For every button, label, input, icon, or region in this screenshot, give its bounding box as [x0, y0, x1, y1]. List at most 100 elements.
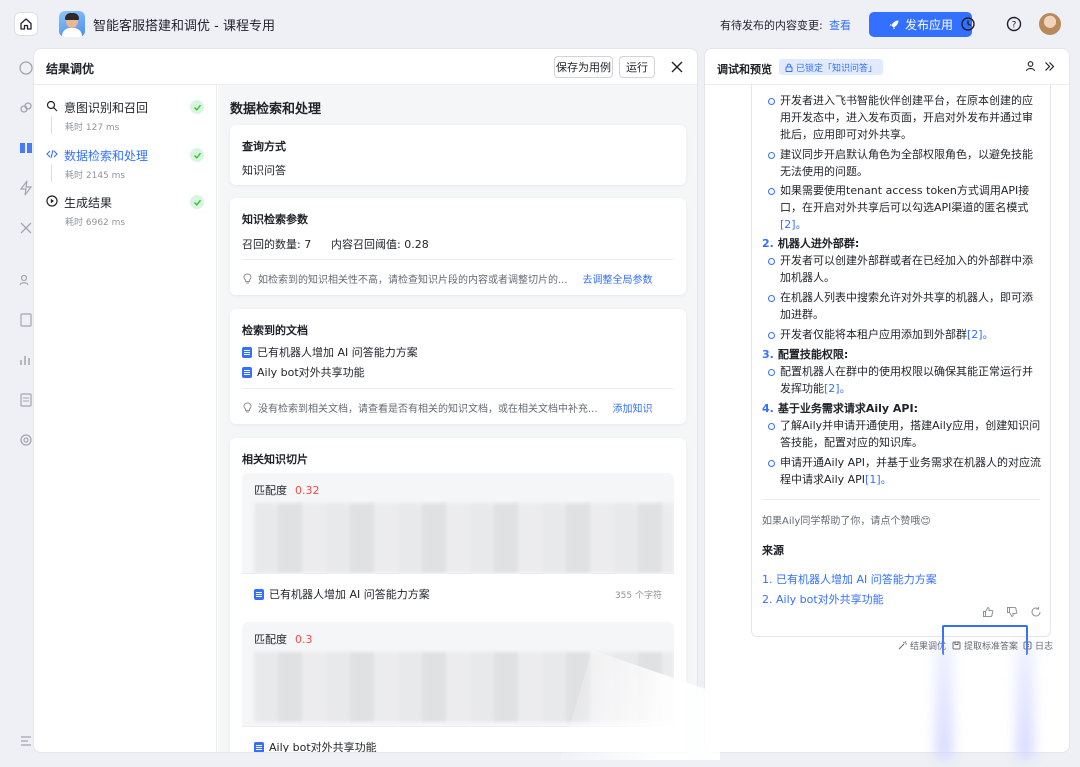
step-intent-recall[interactable]: 意图识别和召回 耗时 127 ms [46, 99, 206, 139]
match-value: 0.32 [295, 484, 320, 497]
citation-link[interactable]: [1]。 [865, 473, 892, 486]
app-title: 智能客服搭建和调优 - 课程专用 [93, 19, 275, 34]
view-changes-link[interactable]: 查看 [829, 17, 851, 33]
history-icon[interactable] [959, 15, 977, 33]
sources-title: 来源 [762, 544, 784, 557]
user-avatar[interactable] [1039, 13, 1061, 35]
result-tuning-panel: 结果调优 保存为用例 运行 意图识别和召回 耗时 127 ms 数据检索和处理 … [33, 48, 698, 753]
match-score: 匹配度 0.32 [254, 482, 320, 498]
bolt-icon[interactable] [18, 180, 34, 196]
step-list: 意图识别和召回 耗时 127 ms 数据检索和处理 耗时 2145 ms 生成结… [34, 85, 217, 752]
locked-skill-label: 已锁定「知识问答」 [796, 63, 878, 74]
bullet-text: 配置机器人在群中的使用权限以确保其能正常运行并发挥功能 [780, 365, 1033, 395]
docs-hint: 没有检索到相关文档，请查看是否有相关的知识文档，或在相关文档中补充... 添加知… [242, 400, 653, 415]
publish-button[interactable]: 发布应用 [869, 12, 972, 37]
user-switch-icon[interactable] [1025, 60, 1038, 73]
thumbs-down-icon[interactable] [1006, 606, 1018, 618]
source-link[interactable]: 2. Aily bot对外共享功能 [762, 591, 884, 607]
doc-item[interactable]: Aily bot对外共享功能 [254, 739, 377, 753]
settings-icon[interactable] [18, 432, 34, 448]
step-label: 生成结果 [64, 196, 113, 210]
char-count: 355 个字符 [614, 591, 662, 601]
analytics-icon[interactable] [18, 352, 34, 368]
play-circle-icon [46, 195, 58, 207]
answer-bullet: 建议同步开启默认角色为全部权限角色，以避免技能无法使用的问题。 [768, 146, 1042, 180]
divider [242, 388, 674, 389]
document-icon[interactable] [18, 312, 34, 328]
lock-icon [785, 63, 793, 72]
users-icon[interactable] [18, 272, 34, 288]
collapse-panel-icon[interactable] [1043, 60, 1056, 73]
recall-count: 召回的数量: 7 [242, 238, 312, 251]
preview-title: 调试和预览 [717, 63, 772, 76]
run-button[interactable]: 运行 [619, 56, 655, 78]
link-icon[interactable] [18, 100, 34, 116]
bullet-text: 在机器人列表中搜索允许对外共享的机器人，即可添加进群。 [780, 291, 1033, 321]
docs-hint-text: 没有检索到相关文档，请查看是否有相关的知识文档，或在相关文档中补充... [258, 404, 598, 415]
doc-icon [242, 366, 252, 378]
answer-actions [982, 606, 1042, 618]
answer-bubble: 开发者进入飞书智能伙伴创建平台，在原本创建的应用开发态中，进入发布页面，开启对外… [751, 77, 1051, 637]
answer-bullet: 开发者仅能将本租户应用添加到外部群[2]。 [768, 326, 1042, 343]
chunk-item[interactable]: 匹配度 0.32 已有机器人增加 AI 问答能力方案 355 个字符 [242, 473, 674, 609]
answer-section: 4. 基于业务需求请求Aily API: [762, 400, 1044, 417]
lightbulb-icon [243, 273, 252, 284]
step-connector [51, 116, 52, 134]
result-panel-title: 结果调优 [46, 62, 95, 76]
answer-section: 3. 配置技能权限: [762, 346, 1044, 363]
citation-link[interactable]: [2]。 [824, 382, 851, 395]
source-link[interactable]: 1. 已有机器人增加 AI 问答能力方案 [762, 571, 937, 587]
check-icon [190, 148, 204, 162]
bullet-text: 开发者仅能将本租户应用添加到外部群 [780, 328, 967, 341]
add-knowledge-link[interactable]: 添加知识 [613, 400, 653, 415]
step-time: 耗时 127 ms [65, 123, 120, 133]
chat-icon[interactable] [18, 60, 34, 76]
knowledge-icon[interactable] [18, 140, 34, 156]
bullet-text: 开发者可以创建外部群或者在已经加入的外部群中添加机器人。 [780, 254, 1033, 284]
glow-decoration [935, 640, 953, 760]
regenerate-icon[interactable] [1030, 606, 1042, 618]
bullet-text: 开发者进入飞书智能伙伴创建平台，在原本创建的应用开发态中，进入发布页面，开启对外… [780, 94, 1033, 141]
step-data-retrieval[interactable]: 数据检索和处理 耗时 2145 ms [46, 147, 206, 187]
recall-threshold: 内容召回阈值: 0.28 [331, 238, 429, 251]
thumbs-up-icon[interactable] [982, 606, 994, 618]
lightbulb-icon [243, 402, 252, 413]
match-value: 0.3 [295, 633, 313, 646]
citation-link[interactable]: [2]。 [780, 218, 807, 231]
log-list-icon[interactable] [18, 392, 34, 408]
doc-title: Aily bot对外共享功能 [269, 741, 377, 753]
home-button[interactable] [14, 12, 38, 36]
step-time: 耗时 6962 ms [65, 218, 126, 228]
section-title: 配置技能权限: [777, 348, 849, 361]
publish-label: 发布应用 [904, 18, 953, 32]
citation-link[interactable]: [2]。 [967, 328, 994, 341]
doc-item[interactable]: 已有机器人增加 AI 问答能力方案 [242, 344, 418, 360]
answer-bullet: 配置机器人在群中的使用权限以确保其能正常运行并发挥功能[2]。 [768, 363, 1042, 397]
locked-skill-badge[interactable]: 已锁定「知识问答」 [779, 59, 884, 75]
doc-item[interactable]: 已有机器人增加 AI 问答能力方案 [254, 586, 430, 602]
doc-item[interactable]: Aily bot对外共享功能 [242, 364, 365, 380]
code-icon [46, 149, 58, 159]
tools-icon[interactable] [18, 220, 34, 236]
answer-bullet: 申请开通Aily API，并基于业务需求在机器人的对应流程中请求Aily API… [768, 454, 1042, 488]
collapse-rail-icon[interactable] [18, 733, 34, 749]
card-title: 相关知识切片 [242, 453, 308, 466]
adjust-global-params-link[interactable]: 去调整全局参数 [583, 271, 653, 286]
doc-icon [242, 346, 252, 358]
help-icon[interactable]: ? [1005, 15, 1023, 33]
check-icon [190, 195, 204, 209]
bullet-text: 申请开通Aily API，并基于业务需求在机器人的对应流程中请求Aily API [780, 456, 1042, 486]
step-generate-result[interactable]: 生成结果 耗时 6962 ms [46, 194, 206, 234]
result-panel-header: 结果调优 保存为用例 运行 [34, 49, 697, 85]
pending-changes-label: 有待发布的内容变更: [720, 19, 823, 32]
answer-bullet: 在机器人列表中搜索允许对外共享的机器人，即可添加进群。 [768, 289, 1042, 323]
answer-section: 2. 机器人进外部群: [762, 235, 1044, 252]
retrieved-docs-card: 检索到的文档 已有机器人增加 AI 问答能力方案 Aily bot对外共享功能 … [230, 309, 686, 424]
answer-bullet: 如果需要使用tenant access token方式调用API接口，在开启对外… [768, 182, 1042, 233]
close-icon[interactable] [668, 58, 686, 76]
save-as-case-button[interactable]: 保存为用例 [554, 56, 613, 78]
step-label: 数据检索和处理 [64, 149, 149, 163]
log-label: 日志 [1035, 642, 1054, 652]
card-title: 查询方式 [242, 140, 286, 153]
intent-search-icon [46, 100, 58, 112]
